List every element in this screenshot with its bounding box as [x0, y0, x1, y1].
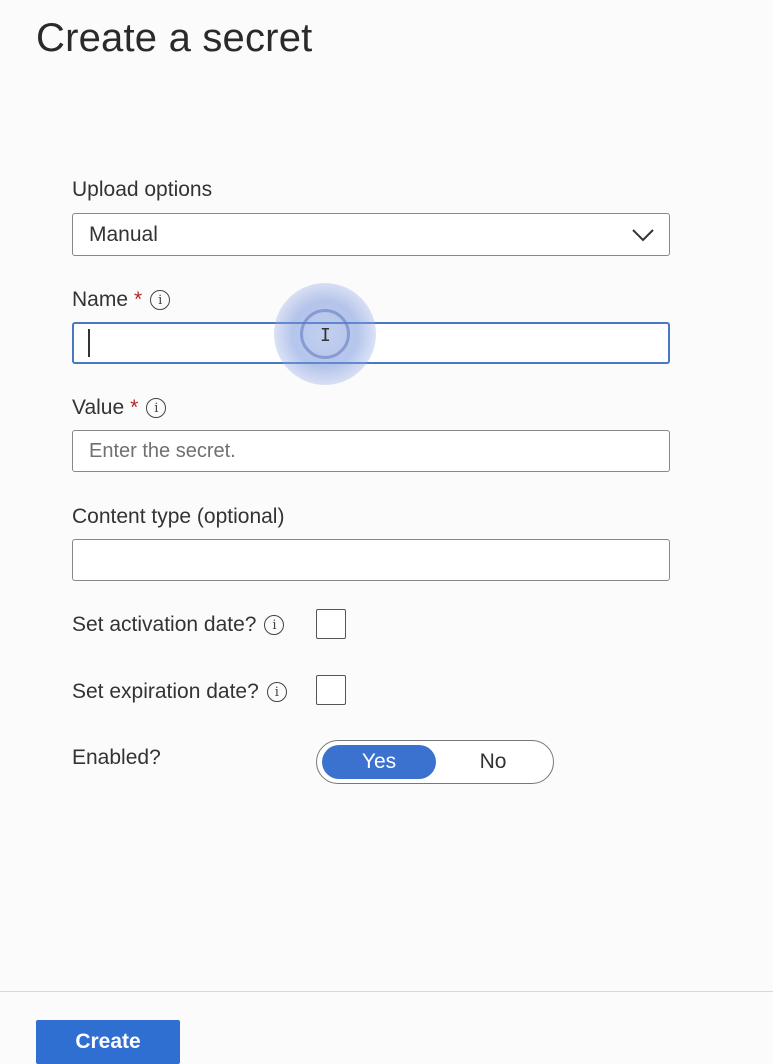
enabled-no-option[interactable]: No: [436, 745, 550, 779]
enabled-yes-option[interactable]: Yes: [322, 745, 436, 779]
secret-value-input[interactable]: [72, 430, 670, 472]
footer-divider: [0, 991, 773, 992]
upload-options-dropdown[interactable]: Manual: [72, 213, 670, 256]
value-label: Value * i: [72, 396, 167, 420]
value-label-text: Value: [72, 396, 125, 419]
upload-options-label: Upload options: [72, 178, 212, 202]
content-type-input[interactable]: [72, 539, 670, 581]
info-icon[interactable]: i: [266, 682, 287, 702]
required-star: *: [134, 288, 143, 311]
activation-date-label-text: Set activation date?: [72, 613, 257, 636]
name-input[interactable]: [72, 322, 670, 364]
activation-date-label: Set activation date? i: [72, 613, 285, 637]
info-icon[interactable]: i: [264, 615, 285, 635]
name-label: Name * i: [72, 288, 171, 312]
enabled-label-text: Enabled?: [72, 746, 161, 769]
enabled-label: Enabled?: [72, 746, 161, 770]
content-type-label: Content type (optional): [72, 505, 284, 529]
expiration-date-checkbox[interactable]: [316, 675, 346, 705]
create-button[interactable]: Create: [36, 1020, 180, 1064]
required-star: *: [130, 396, 139, 419]
name-label-text: Name: [72, 288, 129, 311]
expiration-date-label-text: Set expiration date?: [72, 680, 259, 703]
info-icon[interactable]: i: [150, 290, 171, 310]
chevron-down-icon: [632, 228, 654, 241]
info-icon[interactable]: i: [146, 398, 167, 418]
upload-options-label-text: Upload options: [72, 178, 213, 201]
upload-options-selected-value: Manual: [89, 222, 158, 246]
enabled-toggle[interactable]: Yes No: [316, 740, 554, 784]
expiration-date-label: Set expiration date? i: [72, 680, 287, 704]
text-caret: [88, 329, 90, 357]
content-type-label-text: Content type (optional): [72, 505, 285, 528]
activation-date-checkbox[interactable]: [316, 609, 346, 639]
page-title: Create a secret: [36, 16, 313, 60]
